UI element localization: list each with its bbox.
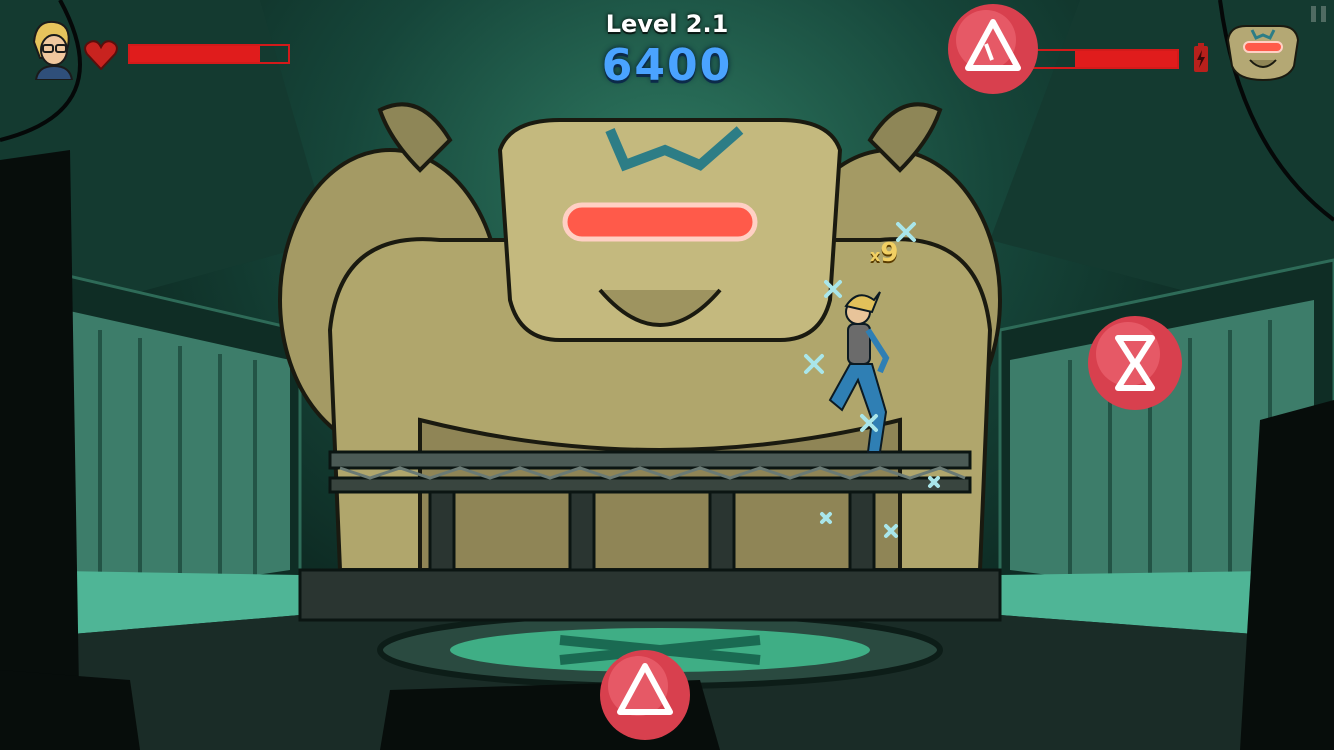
bridge-post-1 [428, 490, 456, 572]
boss-health-fill [1074, 51, 1177, 67]
bridge-deck [328, 476, 972, 494]
foreground-left-rock [0, 150, 80, 750]
game-stage[interactable]: Level 2.1 6400 x9 [0, 0, 1334, 750]
level-label: Level 2.1 [605, 10, 729, 38]
pause-icon[interactable] [1308, 4, 1330, 24]
combo-prefix: x [870, 246, 881, 265]
sparkle [820, 512, 832, 524]
boss-robot-portrait-icon [1226, 25, 1300, 82]
sparkle [928, 476, 940, 488]
combo-multiplier: x9 [870, 238, 898, 268]
boss-visor [562, 202, 758, 242]
hero-torso [847, 323, 871, 365]
bridge-post-3 [708, 490, 736, 572]
bridge-top-rail [328, 450, 972, 470]
hourglass-orb-icon[interactable] [1086, 314, 1184, 412]
bridge-base [298, 568, 1002, 622]
bridge-post-4 [848, 490, 876, 572]
bridge-post-2 [568, 490, 596, 572]
foreground-bottom-left [0, 670, 140, 750]
triangle-orb-icon[interactable] [598, 648, 692, 742]
battery-bolt-icon [1194, 43, 1208, 72]
boss-robot [278, 102, 1002, 572]
triangle-orb-icon[interactable] [946, 2, 1040, 96]
combo-value: 9 [880, 238, 899, 268]
